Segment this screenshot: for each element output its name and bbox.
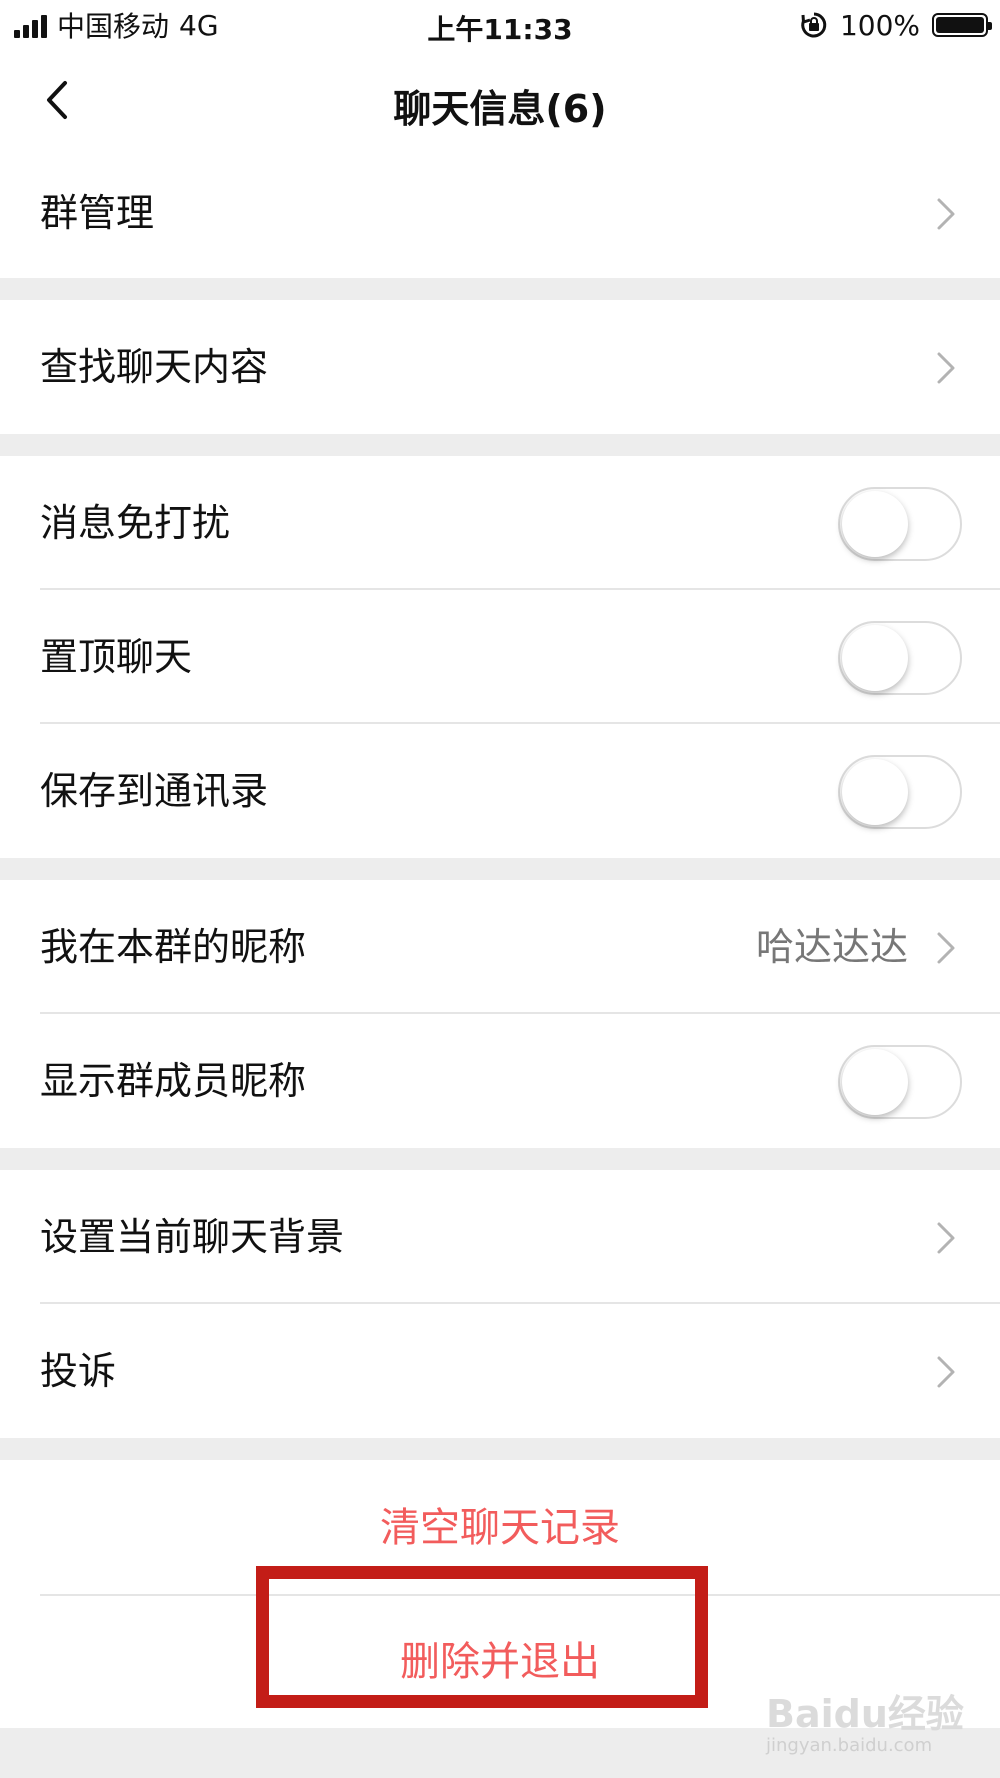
mute-toggle[interactable] [838, 487, 962, 561]
section-chat-options: 消息免打扰 置顶聊天 保存到通讯录 [0, 456, 1000, 858]
show-nicknames-toggle[interactable] [838, 1045, 962, 1119]
mute-row: 消息免打扰 [0, 456, 1000, 590]
background-row[interactable]: 设置当前聊天背景 [0, 1170, 1000, 1304]
battery-fill [936, 17, 984, 33]
watermark-logo: Baidu经验 [766, 1692, 964, 1736]
search-chat-row[interactable]: 查找聊天内容 [0, 300, 1000, 434]
report-label: 投诉 [40, 1349, 117, 1393]
toggle-knob [842, 491, 908, 557]
battery-icon [932, 13, 992, 37]
chevron-right-icon [937, 932, 955, 964]
battery-percent: 100% [839, 8, 920, 42]
highlight-box [256, 1566, 708, 1708]
chevron-right-icon [937, 1222, 955, 1254]
save-contacts-toggle[interactable] [838, 755, 962, 829]
group-manage-row[interactable]: 群管理 [0, 150, 1000, 278]
chevron-right-icon [937, 352, 955, 384]
my-nickname-row[interactable]: 我在本群的昵称 哈达达达 [0, 880, 1000, 1014]
my-nickname-label: 我在本群的昵称 [40, 925, 307, 969]
background-label: 设置当前聊天背景 [40, 1215, 345, 1259]
page-title: 聊天信息(6) [393, 87, 607, 131]
save-contacts-label: 保存到通讯录 [40, 769, 269, 813]
nav-bar: 聊天信息(6) [0, 50, 1000, 150]
show-nicknames-label: 显示群成员昵称 [40, 1059, 307, 1103]
report-row[interactable]: 投诉 [0, 1304, 1000, 1438]
toggle-knob [842, 1049, 908, 1115]
section-nickname: 我在本群的昵称 哈达达达 显示群成员昵称 [0, 880, 1000, 1148]
section-background-report: 设置当前聊天背景 投诉 [0, 1170, 1000, 1438]
section-search: 查找聊天内容 [0, 300, 1000, 434]
pin-toggle[interactable] [838, 621, 962, 695]
save-contacts-row: 保存到通讯录 [0, 724, 1000, 858]
status-right: 100% [800, 8, 992, 42]
baidu-watermark: Baidu经验 jingyan.baidu.com [766, 1683, 964, 1763]
toggle-knob [842, 759, 908, 825]
rotation-lock-icon [801, 12, 827, 38]
my-nickname-value: 哈达达达 [755, 925, 908, 969]
pin-label: 置顶聊天 [40, 635, 193, 679]
chevron-right-icon [937, 1356, 955, 1388]
group-manage-label: 群管理 [40, 191, 155, 235]
chevron-right-icon [937, 198, 955, 230]
search-chat-label: 查找聊天内容 [40, 345, 269, 389]
pin-row: 置顶聊天 [0, 590, 1000, 724]
show-nicknames-row: 显示群成员昵称 [0, 1014, 1000, 1148]
mute-label: 消息免打扰 [40, 501, 231, 545]
section-group-manage: 群管理 [0, 150, 1000, 278]
toggle-knob [842, 625, 908, 691]
status-bar: 中国移动 4G 上午11:33 100% [0, 0, 1000, 50]
watermark-url: jingyan.baidu.com [766, 1735, 933, 1756]
